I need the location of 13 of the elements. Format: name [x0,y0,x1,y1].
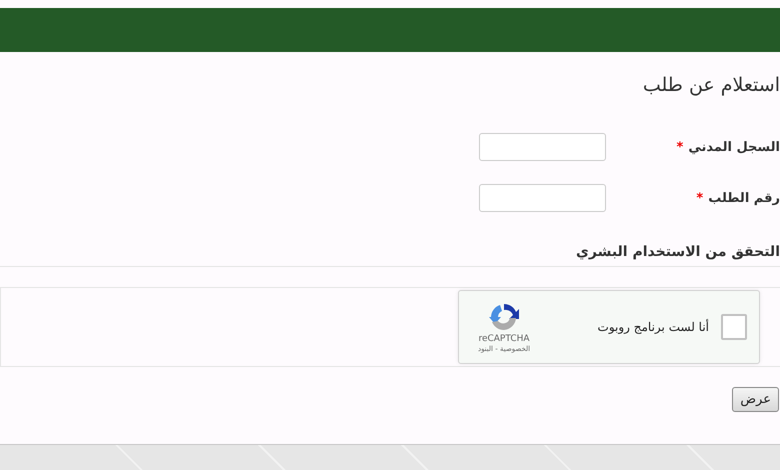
page-title: استعلام عن طلب [642,74,780,96]
captcha-checkbox[interactable] [721,314,747,340]
required-mark: * [676,140,684,154]
recaptcha-logo-icon [488,301,520,333]
field-label: السجل المدني [688,140,780,154]
submit-button[interactable]: عرض [732,387,779,412]
field-label: رقم الطلب [708,190,780,206]
captcha-label: أنا لست برنامج روبوت [596,320,709,334]
input-field[interactable] [479,133,606,161]
input-field[interactable] [479,184,606,212]
section-heading: التحقق من الاستخدام البشري [576,244,780,260]
required-mark: * [696,190,704,206]
recaptcha-brand: reCAPTCHA [478,334,530,344]
